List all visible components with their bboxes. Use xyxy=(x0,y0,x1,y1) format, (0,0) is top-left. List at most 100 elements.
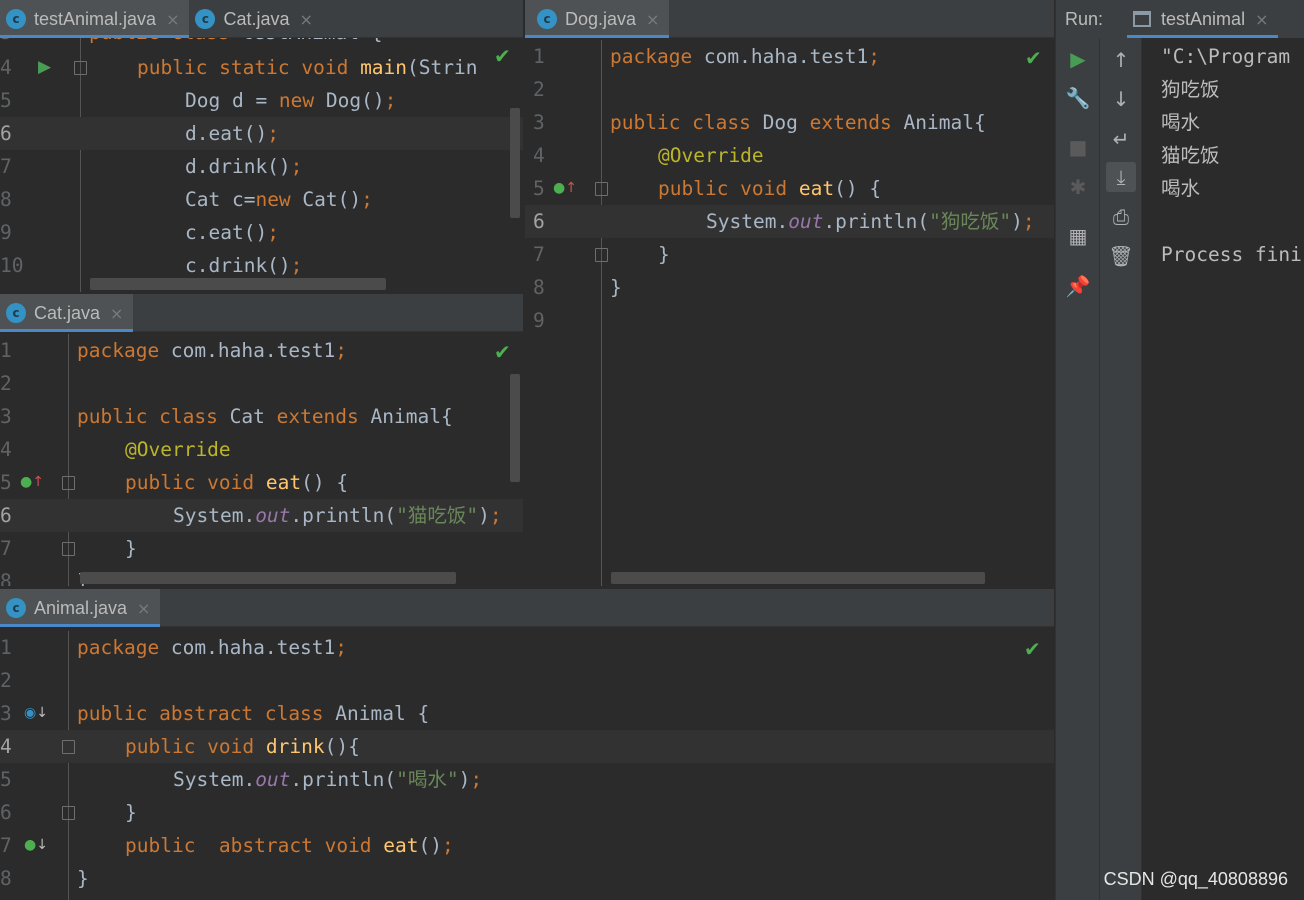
vertical-scrollbar[interactable] xyxy=(510,374,520,482)
code-area[interactable]: 1 package com.haha.test1; 2 3 ◉↓ public abs… xyxy=(0,631,1054,900)
console-output[interactable]: "C:\Program 狗吃饭 喝水 猫吃饭 喝水 Process fini xyxy=(1161,40,1304,271)
console-line: 喝水 xyxy=(1161,177,1201,200)
implements-method-icon[interactable]: ●↑ xyxy=(20,466,44,499)
scroll-to-end-icon[interactable]: ⤓ xyxy=(1106,162,1136,192)
horizontal-scrollbar[interactable] xyxy=(80,572,456,584)
code-line: 3 ◉↓ public abstract class Animal { xyxy=(0,697,1054,730)
java-class-icon: c xyxy=(6,9,26,29)
code-line: 4 @Override xyxy=(533,144,764,167)
rerun-icon[interactable]: ▶ xyxy=(1063,44,1093,74)
code-area[interactable]: 1 package com.haha.test1; 2 3 public class… xyxy=(0,334,523,586)
java-abstract-class-icon: c xyxy=(6,598,26,618)
code-line: 7} xyxy=(533,243,670,266)
console-line: 猫吃饭 xyxy=(1161,144,1220,167)
vertical-scrollbar[interactable] xyxy=(510,108,520,218)
console-icon xyxy=(1133,11,1152,27)
code-line: 9 c.eat(); xyxy=(0,221,279,244)
no-errors-check-icon: ✔ xyxy=(494,340,511,364)
code-line: 2 xyxy=(0,372,12,395)
tab-cat[interactable]: c Cat.java × xyxy=(189,0,322,38)
close-icon[interactable]: × xyxy=(300,10,313,29)
implemented-method-icon[interactable]: ●↓ xyxy=(24,829,48,862)
code-line: 1 package com.haha.test1; xyxy=(0,339,348,362)
console-line: "C:\Program xyxy=(1161,45,1291,68)
code-line: 3 public class Dog extends Animal{ xyxy=(533,111,986,134)
code-line: 5 ●↑ public void eat() { xyxy=(525,172,1054,205)
code-line: 4 public void drink(){ xyxy=(0,730,1054,763)
wrench-icon[interactable]: 🔧 xyxy=(1063,83,1093,113)
no-errors-check-icon: ✔ xyxy=(1025,46,1042,70)
tabbar-animal: c Animal.java × xyxy=(0,589,1054,627)
tab-label: Cat.java xyxy=(223,8,290,29)
code-line: 5 ●↑ public void eat() { xyxy=(0,466,523,499)
code-line: 2 xyxy=(0,669,12,692)
java-class-icon: c xyxy=(195,9,216,29)
soft-wrap-icon[interactable]: ↵ xyxy=(1106,124,1136,154)
tabbar-cat: c Cat.java × xyxy=(0,294,523,332)
overridden-class-icon[interactable]: ◉↓ xyxy=(24,697,48,730)
code-line: 3 public class Cat extends Animal{ xyxy=(0,405,453,428)
console-line: 狗吃饭 xyxy=(1161,78,1220,101)
code-line: 4 ▶ public static void main(Strin xyxy=(0,51,523,84)
code-area[interactable]: 3public class testAnimal { 4▶public stat… xyxy=(0,38,523,292)
tab-cat[interactable]: c Cat.java × xyxy=(0,294,134,332)
tab-dog[interactable]: c Dog.java × xyxy=(525,0,670,38)
print-icon[interactable]: ⎙ xyxy=(1106,202,1136,232)
run-tab-label: testAnimal xyxy=(1161,8,1246,29)
trash-icon[interactable]: 🗑 xyxy=(1106,241,1136,271)
horizontal-scrollbar[interactable] xyxy=(611,572,985,584)
editor-pane-animal: c Animal.java × 1 package com.haha.test1;… xyxy=(0,589,1054,900)
code-area[interactable]: 1 package com.haha.test1; 2 3 public class… xyxy=(525,40,1054,586)
code-line: 7 ●↓ public abstract void eat(); xyxy=(0,829,1054,862)
editor-pane-cat: c Cat.java × 1 package com.haha.test1; 2 … xyxy=(0,294,523,586)
run-icon[interactable]: ▶ xyxy=(38,51,51,84)
editor-pane-dog: c Dog.java × 1 package com.haha.test1; 2 … xyxy=(525,0,1054,586)
horizontal-scrollbar[interactable] xyxy=(90,278,386,290)
code-line: 6 System.out.println("猫吃饭"); xyxy=(0,499,523,532)
no-errors-check-icon: ✔ xyxy=(494,44,511,68)
tab-label: Cat.java xyxy=(34,302,101,323)
run-tool-window: Run: testAnimal × ▶ 🔧 ■ ✱ ▦ 📌 ↑ ↓ ↵ ⤓ ⎙ … xyxy=(1055,0,1304,900)
tab-label: testAnimal.java xyxy=(34,8,157,29)
no-errors-check-icon: ✔ xyxy=(1024,637,1041,661)
tab-animal[interactable]: c Animal.java × xyxy=(0,589,161,627)
stop-icon[interactable]: ■ xyxy=(1063,132,1093,162)
code-line: 7} xyxy=(0,537,137,560)
console-line: Process fini xyxy=(1161,243,1302,266)
java-class-icon: c xyxy=(6,303,26,323)
tab-testanimal[interactable]: c testAnimal.java × xyxy=(0,0,190,38)
code-line: 5 Dog d = new Dog(); xyxy=(0,89,397,112)
close-icon[interactable]: × xyxy=(646,10,659,29)
code-line: 1 package com.haha.test1; xyxy=(533,45,881,68)
debug-icon[interactable]: ✱ xyxy=(1063,172,1093,202)
close-icon[interactable]: × xyxy=(137,599,150,618)
code-line: 6 d.eat(); xyxy=(0,117,523,150)
run-header: Run: testAnimal × xyxy=(1056,0,1304,38)
arrow-down-icon[interactable]: ↓ xyxy=(1106,84,1136,114)
close-icon[interactable]: × xyxy=(110,304,123,323)
code-line: 7 d.drink(); xyxy=(0,155,303,178)
java-class-icon: c xyxy=(537,9,557,29)
arrow-up-icon[interactable]: ↑ xyxy=(1106,45,1136,75)
implements-method-icon[interactable]: ●↑ xyxy=(553,172,577,205)
code-line: 1 package com.haha.test1; xyxy=(0,636,348,659)
code-line: 9 xyxy=(533,309,545,332)
code-line: 2 xyxy=(533,78,545,101)
close-icon[interactable]: × xyxy=(166,10,179,29)
run-tab-testanimal[interactable]: testAnimal × xyxy=(1127,0,1279,38)
code-line: 3public class testAnimal { xyxy=(0,38,523,49)
code-line: 5 System.out.println("喝水"); xyxy=(0,768,483,791)
pin-icon[interactable]: 📌 xyxy=(1063,271,1093,301)
watermark: CSDN @qq_40808896 xyxy=(1103,869,1288,889)
layout-icon[interactable]: ▦ xyxy=(1063,221,1093,251)
code-line: 8} xyxy=(533,276,622,299)
code-line: 8 Cat c=new Cat(); xyxy=(0,188,373,211)
close-icon[interactable]: × xyxy=(1255,10,1268,29)
editor-pane-testanimal: c testAnimal.java × c Cat.java × 3public… xyxy=(0,0,523,292)
tabbar-top-left: c testAnimal.java × c Cat.java × xyxy=(0,0,523,38)
console-line: 喝水 xyxy=(1161,111,1201,134)
tab-label: Dog.java xyxy=(565,8,637,29)
run-toolbar-secondary: ↑ ↓ ↵ ⤓ ⎙ 🗑 xyxy=(1100,38,1142,900)
tabbar-dog: c Dog.java × xyxy=(525,0,1054,38)
